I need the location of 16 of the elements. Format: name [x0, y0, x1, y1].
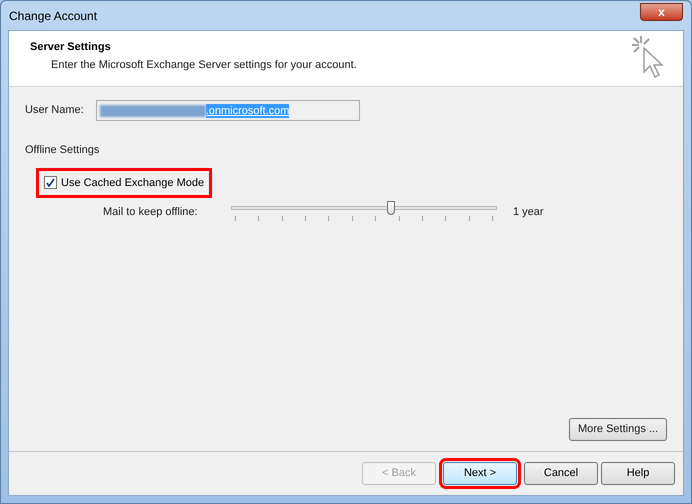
user-name-label: User Name:: [25, 103, 84, 118]
page-title: Server Settings: [30, 40, 112, 55]
user-name-value: .onmicrosoft.com: [206, 104, 290, 118]
mail-slider[interactable]: [231, 200, 497, 224]
checkbox[interactable]: [44, 176, 57, 190]
page-subtitle: Enter the Microsoft Exchange Server settings for your account.: [50, 58, 357, 72]
dialog-button[interactable]: Cancel: [524, 462, 598, 485]
slider-thumb[interactable]: [386, 201, 395, 215]
section-heading: Offline Settings: [25, 143, 100, 158]
slider-label: Mail to keep offline:: [103, 204, 199, 220]
close-button[interactable]: x: [640, 2, 683, 20]
slider-reading: 1 year: [513, 204, 544, 220]
dialog-button[interactable]: Help: [601, 462, 675, 485]
more-settings-button[interactable]: More Settings ...: [569, 418, 667, 441]
checkbox-label[interactable]: Use Cached Exchange Mode: [61, 174, 204, 191]
window-title: Change Account: [9, 8, 98, 24]
